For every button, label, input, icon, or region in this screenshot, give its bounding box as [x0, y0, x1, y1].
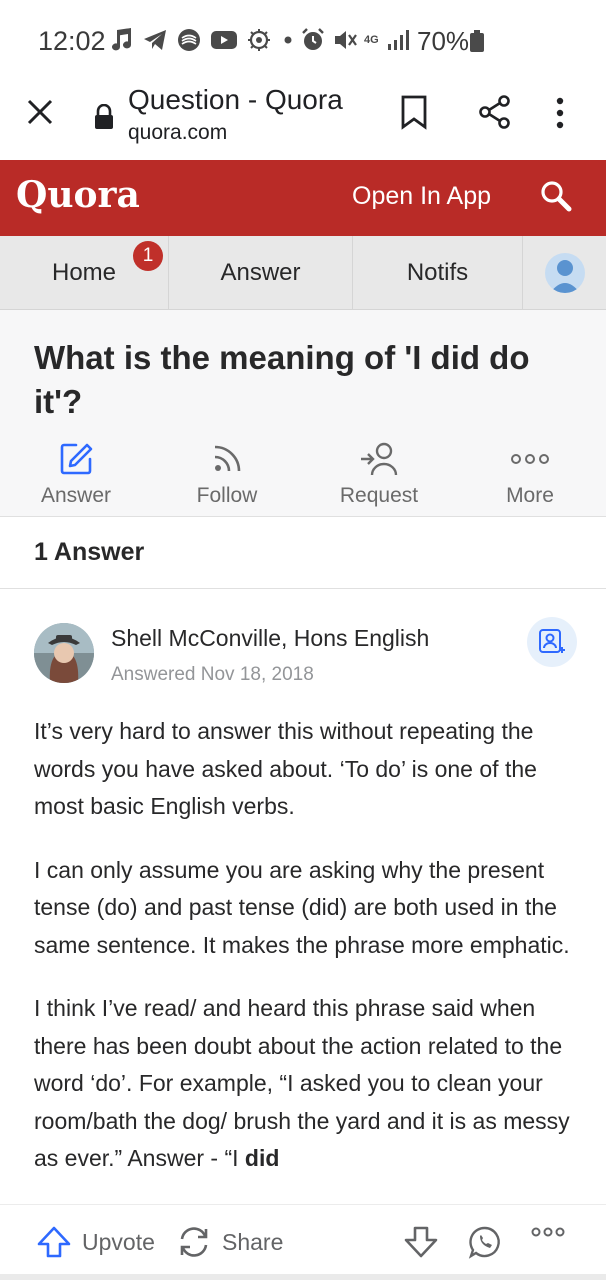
author-name[interactable]: Shell McConville, Hons English	[111, 625, 429, 652]
request-action-label: Request	[339, 484, 419, 507]
upvote-label: Upvote	[82, 1228, 155, 1255]
divider	[0, 588, 606, 589]
battery-percent: 70%	[417, 26, 470, 56]
answers-count: 1 Answer	[34, 538, 145, 566]
bookmark-icon[interactable]	[398, 94, 430, 130]
add-user-icon	[538, 628, 566, 656]
answer-action-label: Answer	[40, 484, 112, 507]
answer-emphasis: did	[244, 1145, 280, 1171]
follow-action-label: Follow	[196, 484, 258, 507]
request-action-button[interactable]: Request	[319, 440, 439, 508]
more-horizontal-icon	[470, 440, 590, 478]
more-vertical-icon[interactable]	[553, 96, 567, 130]
system-nav-strip	[0, 1274, 606, 1280]
alarm-icon	[300, 27, 326, 53]
answer-body: It’s very hard to answer this without re…	[34, 713, 579, 1203]
share-button[interactable]: Share	[176, 1225, 283, 1259]
quora-header: Quora Open In App	[0, 160, 606, 236]
dot-icon	[280, 32, 296, 48]
upvote-button[interactable]: Upvote	[36, 1225, 155, 1259]
bank-app-icon	[176, 27, 202, 53]
open-in-app-button[interactable]: Open In App	[352, 182, 491, 211]
follow-action-button[interactable]: Follow	[167, 440, 287, 508]
request-user-icon	[319, 440, 439, 478]
tab-profile[interactable]	[523, 236, 606, 309]
answer-paragraph: It’s very hard to answer this without re…	[34, 718, 537, 819]
notification-badge: 1	[133, 241, 163, 271]
edit-icon	[16, 440, 136, 478]
upvote-arrow-icon	[36, 1225, 72, 1259]
more-action-button[interactable]: More	[470, 440, 590, 508]
tab-answer[interactable]: Answer	[169, 236, 353, 309]
lock-icon[interactable]	[93, 104, 115, 130]
settings-bug-icon	[246, 27, 272, 53]
downvote-button[interactable]	[403, 1225, 439, 1259]
quora-logo[interactable]: Quora	[16, 174, 140, 216]
share-icon[interactable]	[477, 94, 513, 130]
more-horizontal-icon	[530, 1225, 566, 1239]
search-icon[interactable]	[538, 178, 574, 214]
network-type-label: 4G	[364, 33, 379, 46]
browser-toolbar: Question - Quora quora.com	[0, 82, 606, 160]
share-loop-icon	[176, 1225, 212, 1259]
profile-avatar	[544, 252, 585, 293]
tab-home-label: Home	[51, 258, 117, 286]
downvote-arrow-icon	[403, 1225, 439, 1259]
tab-answer-label: Answer	[220, 258, 301, 286]
telegram-icon	[142, 27, 168, 53]
follow-user-button[interactable]	[527, 617, 577, 667]
answer-action-bar: Upvote Share	[0, 1204, 606, 1281]
share-label: Share	[222, 1228, 284, 1255]
answered-date: Answered Nov 18, 2018	[111, 664, 314, 685]
music-note-icon	[110, 26, 134, 54]
answer-paragraph: I can only assume you are asking why the…	[34, 856, 570, 958]
main-nav: Home 1 Answer Notifs	[0, 236, 606, 310]
question-section: What is the meaning of 'I did do it'? An…	[0, 310, 606, 517]
page-title: Question - Quora	[128, 84, 343, 115]
status-time: 12:02	[38, 26, 106, 56]
question-title: What is the meaning of 'I did do it'?	[34, 339, 530, 420]
mute-icon	[332, 27, 358, 53]
youtube-icon	[210, 29, 238, 51]
notification-icons	[110, 26, 296, 54]
close-icon[interactable]	[24, 96, 56, 128]
question-actions: Answer Follow Request More	[0, 440, 606, 510]
rss-icon	[167, 440, 287, 478]
tab-home[interactable]: Home 1	[0, 236, 169, 309]
system-icons: 4G	[300, 27, 410, 53]
answer-paragraph-text: I think I’ve read/ and heard this phrase…	[34, 995, 570, 1171]
more-action-label: More	[506, 484, 554, 507]
status-bar: 12:02 4G 70%	[0, 0, 606, 82]
more-options-button[interactable]	[530, 1225, 566, 1239]
answer-action-button[interactable]: Answer	[16, 440, 136, 508]
whatsapp-icon	[468, 1225, 502, 1259]
answer-paragraph: I think I’ve read/ and heard this phrase…	[34, 990, 579, 1178]
page-url[interactable]: quora.com	[128, 121, 227, 145]
author-avatar[interactable]	[34, 623, 94, 683]
tab-notifs-label: Notifs	[406, 258, 469, 286]
tab-notifs[interactable]: Notifs	[353, 236, 523, 309]
whatsapp-button[interactable]	[468, 1225, 502, 1259]
signal-icon	[386, 28, 410, 52]
battery-icon	[469, 30, 485, 52]
